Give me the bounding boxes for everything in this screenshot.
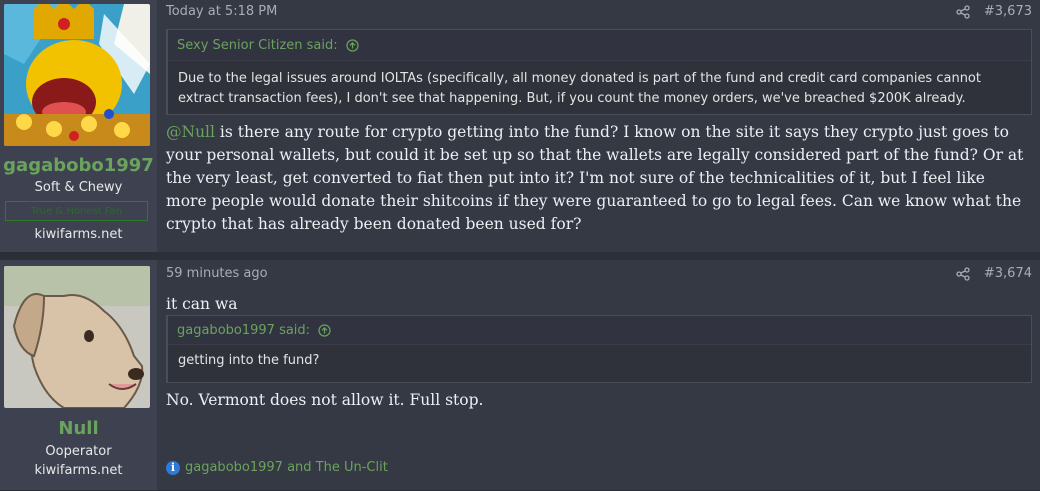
share-icon[interactable]: [956, 266, 970, 281]
quote-text: Due to the legal issues around IOLTAs (s…: [178, 71, 981, 106]
quote-author[interactable]: gagabobo1997 said:: [177, 323, 310, 338]
arrow-up-circle-icon[interactable]: [346, 38, 359, 52]
post-body: @Null is there any route for crypto gett…: [166, 121, 1028, 236]
user-title: Soft & Chewy: [34, 180, 123, 195]
quote-header[interactable]: Sexy Senior Citizen said:: [168, 30, 1031, 61]
post-3674: Null Ooperator kiwifarms.net 59 minutes …: [0, 260, 1040, 491]
post-date[interactable]: Today at 5:18 PM: [166, 4, 277, 19]
user-site: kiwifarms.net: [34, 227, 123, 242]
arrow-up-circle-icon[interactable]: [318, 323, 331, 337]
user-sidebar: gagabobo1997 Soft & Chewy True & Honest …: [0, 0, 157, 252]
user-site: kiwifarms.net: [34, 463, 123, 478]
post-meta: #3,674: [956, 266, 1032, 281]
user-sidebar: Null Ooperator kiwifarms.net: [0, 260, 157, 490]
username[interactable]: Null: [0, 418, 157, 439]
quote-author[interactable]: Sexy Senior Citizen said:: [177, 38, 338, 53]
avatar[interactable]: [4, 4, 150, 146]
quote-block: gagabobo1997 said: getting into the fund…: [166, 315, 1032, 383]
quote-text: getting into the fund?: [178, 353, 320, 368]
username[interactable]: gagabobo1997: [0, 155, 157, 176]
quote-block: Sexy Senior Citizen said: Due to the leg…: [166, 29, 1032, 115]
reactions-bar[interactable]: i gagabobo1997 and The Un-Clit: [166, 460, 388, 475]
reactions-text[interactable]: gagabobo1997 and The Un-Clit: [185, 460, 388, 475]
post-number[interactable]: #3,674: [984, 266, 1032, 281]
post-body: No. Vermont does not allow it. Full stop…: [166, 391, 484, 409]
post-body-text: is there any route for crypto getting in…: [166, 123, 1024, 233]
share-icon[interactable]: [956, 4, 970, 19]
post-content: Today at 5:18 PM #3,673 Sexy Senior Citi…: [166, 0, 1032, 252]
post-content: 59 minutes ago #3,674 it can wa gagabobo…: [166, 260, 1032, 490]
avatar[interactable]: [4, 266, 150, 408]
user-banner: True & Honest Fan: [5, 201, 148, 221]
post-3673: gagabobo1997 Soft & Chewy True & Honest …: [0, 0, 1040, 253]
mention-link[interactable]: @Null: [166, 123, 215, 141]
post-date[interactable]: 59 minutes ago: [166, 266, 268, 281]
user-title: Ooperator: [45, 444, 112, 459]
quote-header[interactable]: gagabobo1997 said:: [168, 316, 1031, 345]
post-intro-text: it can wa: [166, 295, 238, 313]
post-meta: #3,673: [956, 4, 1032, 19]
post-number[interactable]: #3,673: [984, 4, 1032, 19]
info-icon: i: [166, 460, 180, 475]
